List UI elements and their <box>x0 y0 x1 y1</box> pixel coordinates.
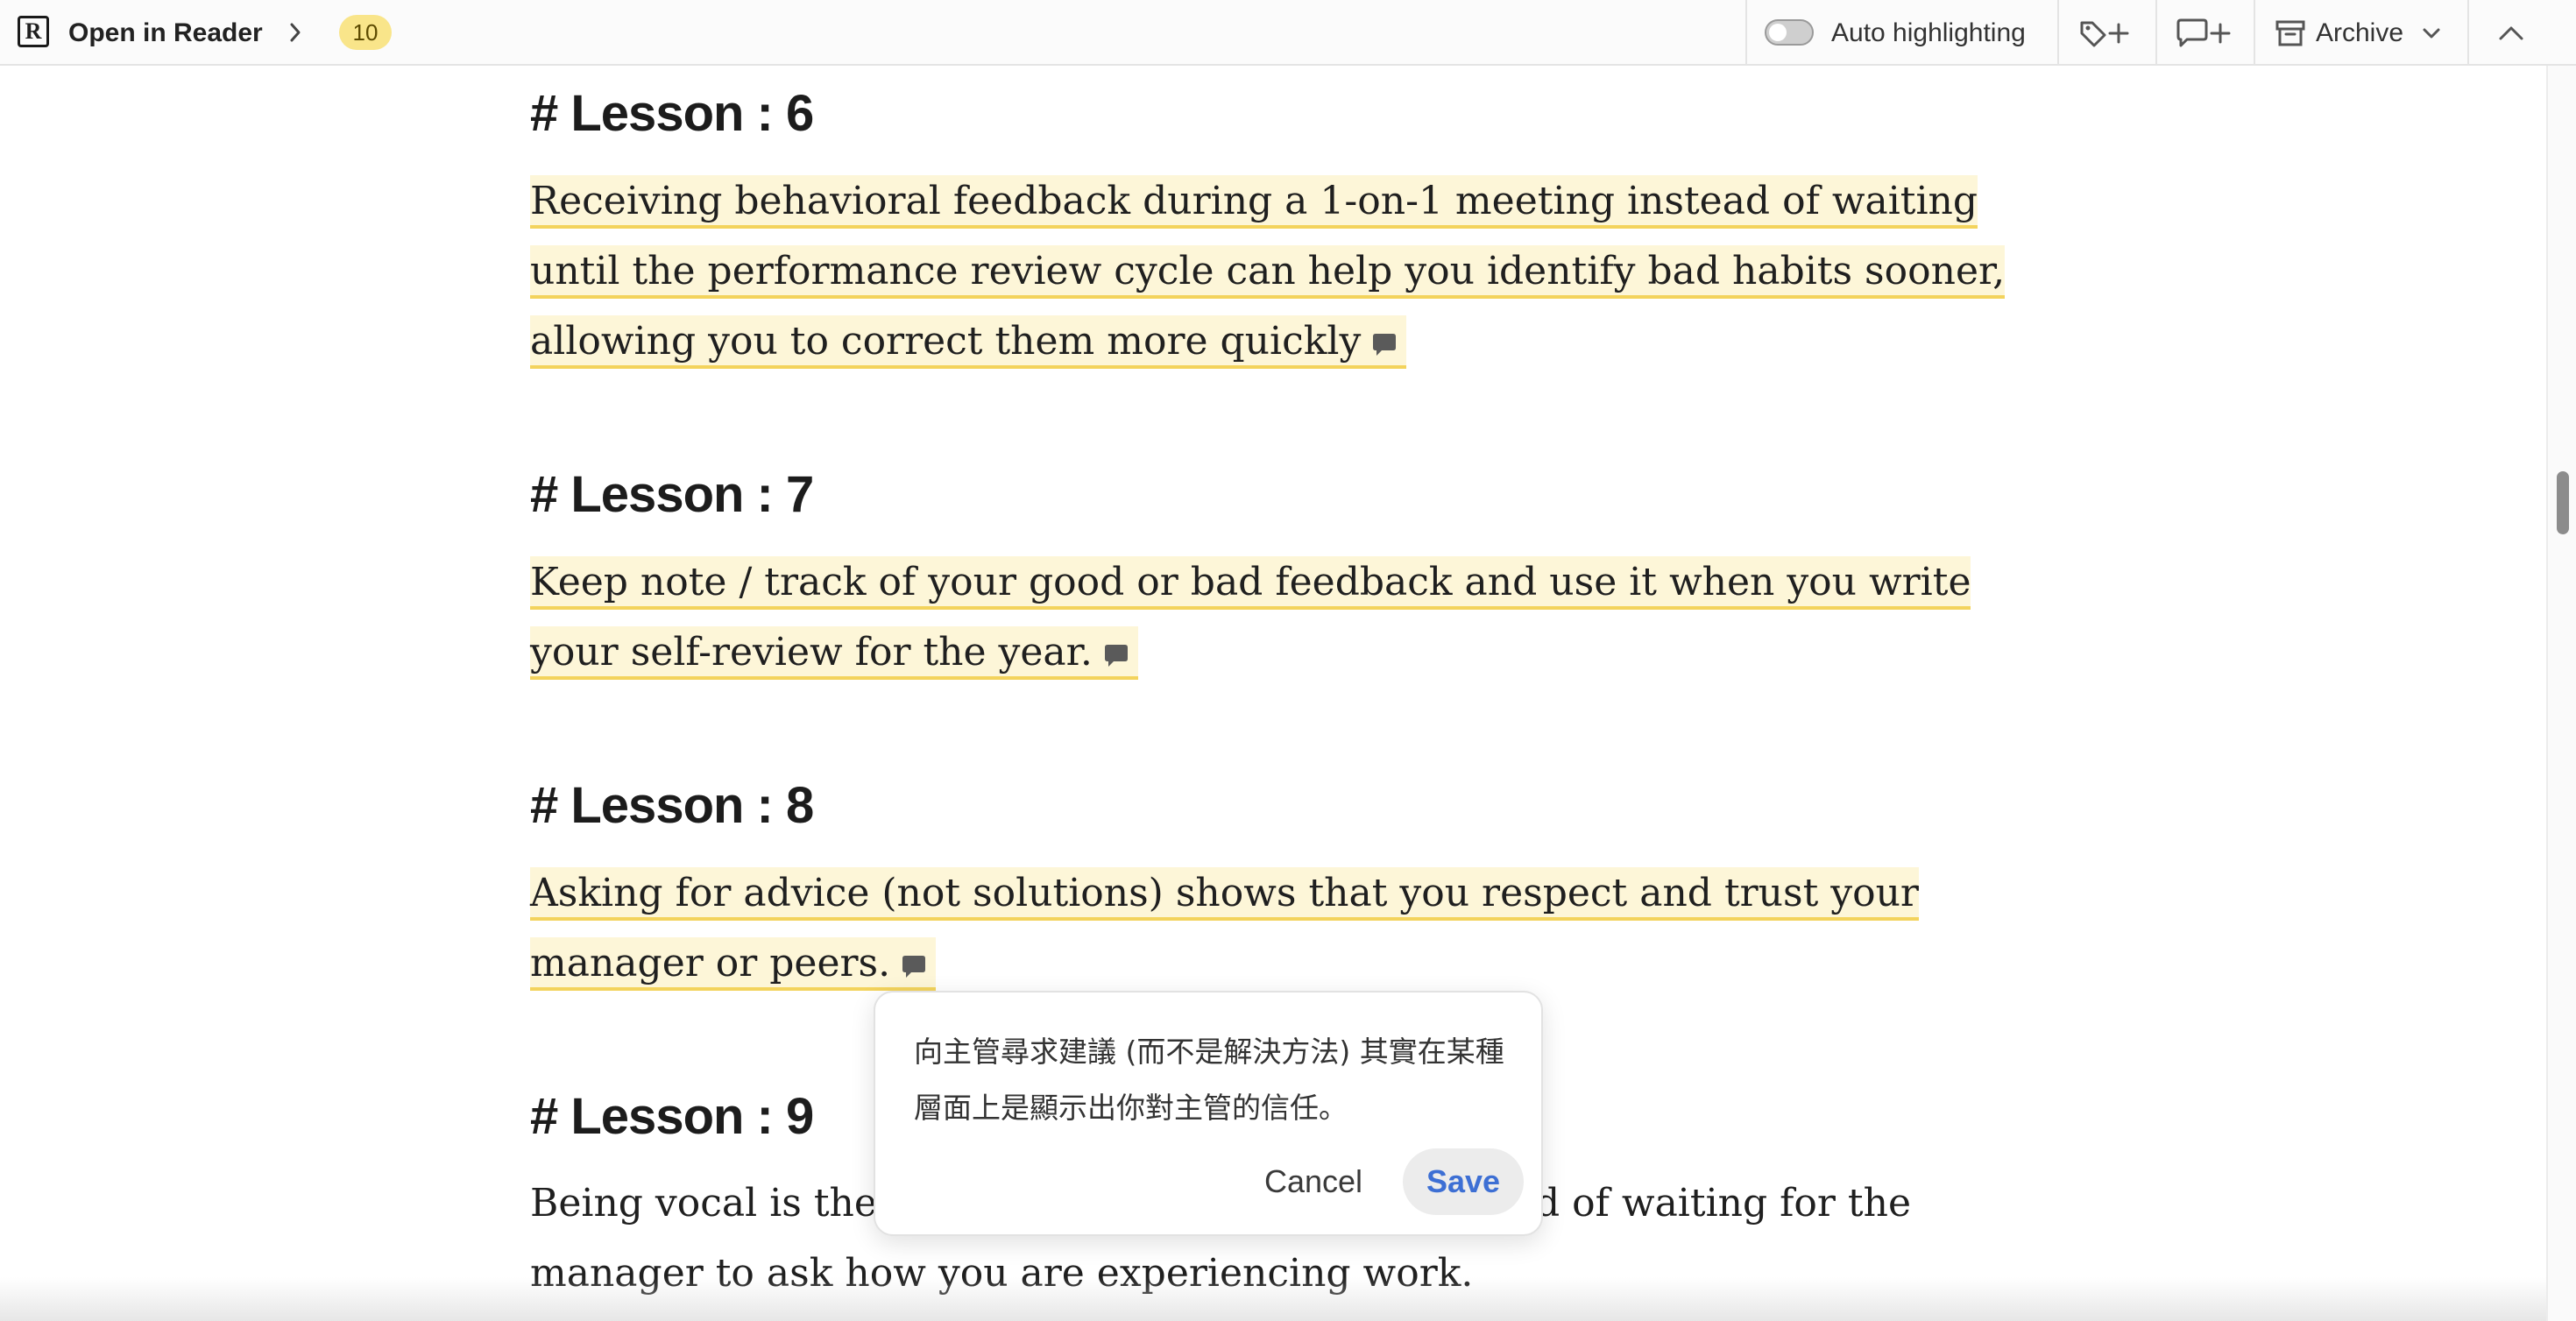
bottom-fade <box>0 1277 2546 1321</box>
lesson-heading: # Lesson : 7 <box>530 466 814 523</box>
note-bubble-icon[interactable] <box>1369 329 1399 359</box>
toggle-knob <box>1769 24 1787 41</box>
highlighted-text[interactable]: Receiving behavioral feedback during a 1… <box>530 175 2006 369</box>
note-text-input[interactable]: 向主管尋求建議 (而不是解決方法) 其實在某種層面上是顯示出你對主管的信任。 <box>914 1024 1518 1136</box>
open-in-reader-link[interactable]: Open in Reader <box>68 16 263 51</box>
toolbar-divider <box>2155 0 2157 66</box>
archive-button[interactable]: Archive <box>2316 16 2403 51</box>
highlight-text: Keep note / track of your good or bad fe… <box>530 560 1971 675</box>
highlight-text: Receiving behavioral feedback during a 1… <box>530 179 2006 364</box>
chevron-down-icon[interactable] <box>2418 16 2445 51</box>
scrollbar-track[interactable] <box>2546 66 2576 1321</box>
highlight-count-badge: 10 <box>339 15 392 50</box>
note-editor-popup: 向主管尋求建議 (而不是解決方法) 其實在某種層面上是顯示出你對主管的信任。 C… <box>874 991 1543 1236</box>
toolbar-divider <box>2254 0 2255 66</box>
lesson-heading: # Lesson : 8 <box>530 777 814 834</box>
auto-highlighting-label: Auto highlighting <box>1831 18 2026 47</box>
cancel-button[interactable]: Cancel <box>1252 1148 1375 1215</box>
note-bubble-icon[interactable] <box>899 951 929 981</box>
highlight-text: Asking for advice (not solutions) shows … <box>530 871 1919 985</box>
lesson-paragraph: Keep note / track of your good or bad fe… <box>530 547 2020 688</box>
comment-plus-icon[interactable] <box>2175 16 2233 51</box>
top-toolbar: R Open in Reader 10 Auto highlighting Ar… <box>0 0 2576 66</box>
scrollbar-thumb[interactable] <box>2557 471 2569 534</box>
tag-plus-icon[interactable] <box>2078 16 2134 51</box>
logo-letter: R <box>25 18 42 44</box>
chevron-right-icon[interactable] <box>282 19 308 46</box>
highlighted-text[interactable]: Asking for advice (not solutions) shows … <box>530 867 1919 991</box>
auto-highlighting-toggle[interactable] <box>1765 19 1814 46</box>
lesson-heading: # Lesson : 6 <box>530 85 814 142</box>
note-bubble-icon[interactable] <box>1101 640 1131 670</box>
paragraph-text-end: d of waiting for the <box>1535 1181 1911 1226</box>
chevron-up-icon[interactable] <box>2494 16 2529 51</box>
lesson-paragraph-continued: d of waiting for the <box>1535 1169 2061 1239</box>
toolbar-divider <box>2467 0 2469 66</box>
lesson-paragraph: Receiving behavioral feedback during a 1… <box>530 166 2020 377</box>
lesson-heading: # Lesson : 9 <box>530 1088 814 1145</box>
save-button[interactable]: Save <box>1403 1148 1524 1215</box>
paragraph-text-start: Being vocal is the <box>530 1181 877 1226</box>
highlighted-text[interactable]: Keep note / track of your good or bad fe… <box>530 556 1971 680</box>
toolbar-divider <box>1745 0 1747 66</box>
reader-logo-icon[interactable]: R <box>18 16 49 47</box>
archive-icon[interactable] <box>2275 16 2306 51</box>
lesson-paragraph: Asking for advice (not solutions) shows … <box>530 858 2020 999</box>
toolbar-divider <box>2057 0 2059 66</box>
